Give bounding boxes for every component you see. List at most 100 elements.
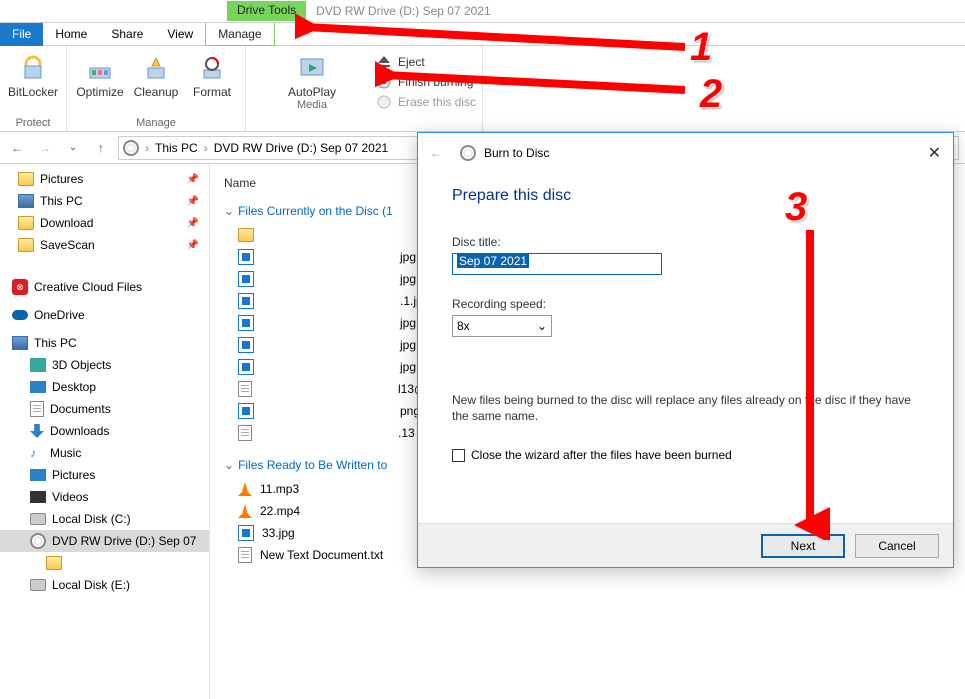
group-label-manage: Manage xyxy=(136,117,176,129)
chevron-right-icon: › xyxy=(204,141,208,155)
tab-share[interactable]: Share xyxy=(99,23,155,46)
dialog-info: New files being burned to the disc will … xyxy=(452,393,919,424)
eject-icon xyxy=(376,54,392,70)
bitlocker-button[interactable]: BitLocker xyxy=(6,48,60,117)
eject-button[interactable]: Eject xyxy=(376,54,476,70)
dialog-titlebar: ← Burn to Disc ✕ xyxy=(418,133,953,173)
next-button[interactable]: Next xyxy=(761,534,845,558)
file-icon xyxy=(238,525,254,541)
image-file-icon xyxy=(238,337,254,353)
cancel-button[interactable]: Cancel xyxy=(855,534,939,558)
sidebar-item-savescan[interactable]: SaveScan📌 xyxy=(0,234,209,256)
bitlocker-label: BitLocker xyxy=(8,86,58,99)
autoplay-label: AutoPlay xyxy=(288,86,336,99)
creative-cloud-icon: ⊗ xyxy=(12,279,28,295)
drive-icon xyxy=(30,513,46,525)
sidebar-item-onedrive[interactable]: OneDrive xyxy=(0,304,209,326)
sidebar-item-pictures[interactable]: Pictures📌 xyxy=(0,168,209,190)
sidebar-item-documents[interactable]: Documents xyxy=(0,398,209,420)
3d-icon xyxy=(30,358,46,372)
sidebar-item-3dobjects[interactable]: 3D Objects xyxy=(0,354,209,376)
format-button[interactable]: Format xyxy=(185,48,239,117)
tab-view[interactable]: View xyxy=(155,23,205,46)
chevron-down-icon: ⌄ xyxy=(224,458,234,472)
close-wizard-checkbox[interactable]: Close the wizard after the files have be… xyxy=(452,448,919,462)
disc-icon xyxy=(460,145,476,161)
desktop-icon xyxy=(30,381,46,393)
nav-forward[interactable]: → xyxy=(34,137,56,159)
dialog-footer: Next Cancel xyxy=(418,523,953,567)
documents-icon xyxy=(30,401,44,417)
file-icon xyxy=(238,504,252,518)
nav-recent[interactable]: ⌄ xyxy=(62,137,84,159)
context-tab-bar: Drive Tools DVD RW Drive (D:) Sep 07 202… xyxy=(0,0,965,23)
sidebar-item-locale[interactable]: Local Disk (E:) xyxy=(0,574,209,596)
nav-tree[interactable]: Pictures📌 This PC📌 Download📌 SaveScan📌 ⊗… xyxy=(0,164,210,699)
finish-burning-button[interactable]: Finish burning xyxy=(376,74,476,90)
group-manage: Optimize Cleanup Format Manage xyxy=(67,46,246,131)
sidebar-item-music[interactable]: ♪Music xyxy=(0,442,209,464)
sidebar-item-thispc2[interactable]: This PC xyxy=(0,332,209,354)
group-label-media: Media xyxy=(252,99,372,111)
sidebar-item-dvd[interactable]: DVD RW Drive (D:) Sep 07 xyxy=(0,530,209,552)
erase-disc-button[interactable]: Erase this disc xyxy=(376,94,476,110)
sidebar-item-thispc[interactable]: This PC📌 xyxy=(0,190,209,212)
optimize-button[interactable]: Optimize xyxy=(73,48,127,117)
close-icon[interactable]: ✕ xyxy=(928,143,941,163)
cleanup-label: Cleanup xyxy=(134,86,179,99)
burn-dialog: ← Burn to Disc ✕ Prepare this disc Disc … xyxy=(417,132,954,568)
ribbon: BitLocker Protect Optimize Cleanup Forma… xyxy=(0,46,965,132)
dialog-back[interactable]: ← xyxy=(430,146,442,160)
sidebar-item-download[interactable]: Download📌 xyxy=(0,212,209,234)
tab-home[interactable]: Home xyxy=(43,23,99,46)
image-file-icon xyxy=(238,249,254,265)
sidebar-item-pictures2[interactable]: Pictures xyxy=(0,464,209,486)
sidebar-item-ccf[interactable]: ⊗Creative Cloud Files xyxy=(0,276,209,298)
pictures-icon xyxy=(30,469,46,481)
cleanup-button[interactable]: Cleanup xyxy=(129,48,183,117)
optimize-icon xyxy=(84,52,116,84)
onedrive-icon xyxy=(12,310,28,320)
group-media: AutoPlay Media Eject Finish burning Eras… xyxy=(246,46,483,131)
nav-up[interactable]: ↑ xyxy=(90,137,112,159)
pin-icon: 📌 xyxy=(187,240,199,251)
dialog-heading: Prepare this disc xyxy=(452,187,919,205)
sidebar-item-desktop[interactable]: Desktop xyxy=(0,376,209,398)
image-file-icon xyxy=(238,403,254,419)
erase-disc-label: Erase this disc xyxy=(398,95,476,109)
sidebar-item-localc[interactable]: Local Disk (C:) xyxy=(0,508,209,530)
burn-icon xyxy=(376,74,392,90)
tab-file[interactable]: File xyxy=(0,23,43,46)
disc-title-input[interactable]: Sep 07 2021 xyxy=(452,253,662,275)
sidebar-subfolder[interactable] xyxy=(0,552,209,574)
annotation-2: 2 xyxy=(700,72,722,117)
pc-icon xyxy=(18,194,34,208)
downloads-icon xyxy=(30,424,44,438)
videos-icon xyxy=(30,491,46,503)
finish-burning-label: Finish burning xyxy=(398,75,473,89)
music-icon: ♪ xyxy=(30,446,44,460)
folder-icon xyxy=(238,228,254,242)
crumb-drive[interactable]: DVD RW Drive (D:) Sep 07 2021 xyxy=(214,141,389,155)
bitlocker-icon xyxy=(17,52,49,84)
file-icon xyxy=(238,482,252,496)
crumb-thispc[interactable]: This PC xyxy=(155,141,198,155)
chevron-down-icon: ⌄ xyxy=(537,319,547,333)
disc-title-label: Disc title: xyxy=(452,235,919,249)
nav-back[interactable]: ← xyxy=(6,137,28,159)
autoplay-button[interactable]: AutoPlay xyxy=(285,48,339,99)
sidebar-item-downloads[interactable]: Downloads xyxy=(0,420,209,442)
group-protect: BitLocker Protect xyxy=(0,46,67,131)
context-tab-drive-tools[interactable]: Drive Tools xyxy=(227,1,306,21)
sidebar-item-videos[interactable]: Videos xyxy=(0,486,209,508)
chevron-down-icon: ⌄ xyxy=(224,204,234,218)
pin-icon: 📌 xyxy=(187,196,199,207)
recording-speed-select[interactable]: 8x⌄ xyxy=(452,315,552,337)
cleanup-icon xyxy=(140,52,172,84)
tab-manage[interactable]: Manage xyxy=(205,23,274,46)
image-file-icon xyxy=(238,293,254,309)
drive-icon xyxy=(123,140,139,156)
annotation-3: 3 xyxy=(785,185,807,230)
annotation-1: 1 xyxy=(690,25,712,70)
drive-icon xyxy=(30,579,46,591)
